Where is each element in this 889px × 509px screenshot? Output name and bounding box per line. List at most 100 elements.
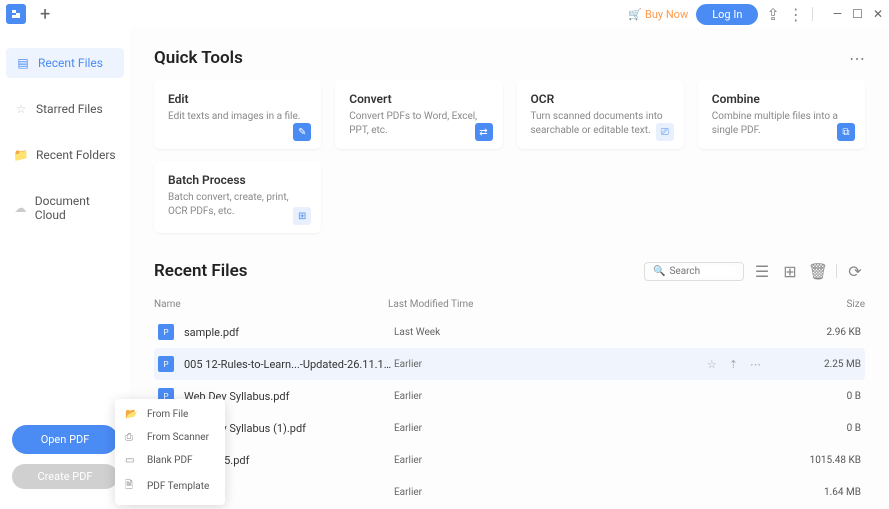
refresh-icon[interactable]: ⟳: [845, 261, 865, 281]
tool-desc-label: Combine multiple files into a single PDF…: [712, 110, 851, 137]
grid-view-icon[interactable]: ⊞: [780, 261, 800, 281]
new-tab-button[interactable]: +: [34, 4, 56, 25]
search-icon: 🔍: [653, 266, 665, 277]
edit-icon: ✎: [293, 123, 311, 141]
sidebar-item-label: Recent Files: [38, 56, 103, 70]
tool-desc-label: Turn scanned documents into searchable o…: [531, 110, 670, 137]
sidebar-item-label: Document Cloud: [35, 194, 116, 222]
scanner-icon: ⎙: [125, 432, 139, 443]
file-modified-label: Last Week: [394, 327, 781, 338]
folder-icon: 📁: [14, 148, 28, 162]
tool-title-label: OCR: [531, 92, 670, 106]
tool-card-batch[interactable]: Batch Process Batch convert, create, pri…: [154, 161, 321, 233]
ctx-label: From File: [147, 409, 188, 420]
create-pdf-button[interactable]: Create PDF: [12, 464, 118, 489]
file-list: Psample.pdfLast Week2.96 KBP005 12-Rules…: [154, 316, 865, 508]
tool-desc-label: Edit texts and images in a file.: [168, 110, 307, 124]
ctx-from-scanner[interactable]: ⎙ From Scanner: [115, 426, 225, 449]
delete-icon[interactable]: 🗑: [808, 261, 828, 281]
ctx-label: From Scanner: [147, 432, 209, 443]
login-button[interactable]: Log In: [696, 4, 758, 25]
batch-icon: ⊞: [293, 207, 311, 225]
ctx-from-file[interactable]: 📂 From File: [115, 403, 225, 426]
tool-title-label: Convert: [349, 92, 488, 106]
sidebar: ▤ Recent Files ☆ Starred Files 📁 Recent …: [0, 28, 130, 509]
ctx-label: PDF Template: [147, 481, 209, 492]
file-size-label: 2.96 KB: [781, 327, 861, 338]
sidebar-item-document-cloud[interactable]: ☁ Document Cloud: [0, 186, 130, 230]
tool-desc-label: Convert PDFs to Word, Excel, PPT, etc.: [349, 110, 488, 137]
tool-card-ocr[interactable]: OCR Turn scanned documents into searchab…: [517, 80, 684, 149]
sidebar-item-label: Starred Files: [36, 102, 103, 116]
divider: [836, 264, 837, 278]
pdf-file-icon: P: [158, 324, 174, 340]
recent-files-title: Recent Files: [154, 261, 247, 281]
titlebar: + 🛒 Buy Now Log In ⇪ ⋮ — ☐ ✕: [0, 0, 889, 28]
sidebar-item-recent-folders[interactable]: 📁 Recent Folders: [0, 140, 130, 170]
folder-open-icon: 📂: [125, 409, 139, 420]
share-icon[interactable]: ⇪: [766, 5, 779, 24]
tool-title-label: Edit: [168, 92, 307, 106]
tool-title-label: Combine: [712, 92, 851, 106]
file-row[interactable]: P005 12-Rules-to-Learn...-Updated-26.11.…: [154, 348, 865, 380]
convert-icon: ⇄: [475, 123, 493, 141]
tool-title-label: Batch Process: [168, 173, 307, 187]
ctx-pdf-template[interactable]: 🗎 PDF Template: [115, 472, 225, 501]
create-pdf-context-menu: 📂 From File ⎙ From Scanner ▭ Blank PDF 🗎…: [115, 399, 225, 505]
file-name-label: sample.pdf: [184, 326, 394, 339]
pdf-file-icon: P: [158, 356, 174, 372]
search-box[interactable]: 🔍: [644, 262, 744, 281]
tool-card-combine[interactable]: Combine Combine multiple files into a si…: [698, 80, 865, 149]
file-modified-label: Earlier: [394, 359, 707, 370]
sidebar-item-recent-files[interactable]: ▤ Recent Files: [6, 48, 124, 78]
close-button[interactable]: ✕: [873, 7, 883, 21]
file-size-label: 1.64 MB: [781, 487, 861, 498]
divider: [812, 7, 813, 21]
combine-icon: ⧉: [837, 123, 855, 141]
app-logo-icon: [6, 4, 26, 24]
column-name: Name: [154, 299, 388, 310]
list-view-icon[interactable]: ☰: [752, 261, 772, 281]
star-icon: ☆: [14, 102, 28, 116]
sidebar-item-starred-files[interactable]: ☆ Starred Files: [0, 94, 130, 124]
file-row[interactable]: PWeb Dev Syllabus.pdfEarlier0 B: [154, 380, 865, 412]
kebab-menu-icon[interactable]: ⋮: [788, 5, 804, 24]
file-row[interactable]: PWeb Dev Syllabus (1).pdfEarlier0 B: [154, 412, 865, 444]
open-pdf-button[interactable]: Open PDF: [12, 425, 118, 454]
buy-now-link[interactable]: 🛒 Buy Now: [628, 8, 688, 21]
file-size-label: 1015.48 KB: [781, 455, 861, 466]
file-size-label: 0 B: [781, 423, 861, 434]
column-size: Size: [785, 299, 865, 310]
buy-now-label: Buy Now: [645, 8, 688, 21]
minimize-button[interactable]: —: [833, 7, 842, 21]
file-modified-label: Earlier: [394, 455, 781, 466]
file-row[interactable]: Psample.pdfLast Week2.96 KB: [154, 316, 865, 348]
column-modified: Last Modified Time: [388, 299, 785, 310]
pin-icon[interactable]: ⇡: [729, 358, 738, 371]
file-row[interactable]: Pument 15.pdfEarlier1015.48 KB: [154, 444, 865, 476]
file-size-label: 0 B: [781, 391, 861, 402]
ctx-label: Blank PDF: [147, 455, 193, 466]
search-input[interactable]: [669, 266, 735, 277]
tool-card-convert[interactable]: Convert Convert PDFs to Word, Excel, PPT…: [335, 80, 502, 149]
content-area: Quick Tools ⋯ Edit Edit texts and images…: [130, 28, 889, 509]
recent-icon: ▤: [16, 56, 30, 70]
file-row[interactable]: Pook.pdfEarlier1.64 MB: [154, 476, 865, 508]
file-size-label: 2.25 MB: [781, 359, 861, 370]
file-modified-label: Earlier: [394, 423, 781, 434]
quick-tools-title: Quick Tools: [154, 48, 243, 68]
file-modified-label: Earlier: [394, 391, 781, 402]
ocr-icon: ⎚: [656, 123, 674, 141]
maximize-button[interactable]: ☐: [852, 7, 863, 21]
blank-icon: ▭: [125, 455, 139, 466]
star-icon[interactable]: ☆: [707, 358, 717, 371]
file-modified-label: Earlier: [394, 487, 781, 498]
file-table-header: Name Last Modified Time Size: [154, 293, 865, 316]
more-options-icon[interactable]: ⋯: [849, 49, 865, 68]
ctx-blank-pdf[interactable]: ▭ Blank PDF: [115, 449, 225, 472]
template-icon: 🗎: [125, 478, 139, 495]
sidebar-item-label: Recent Folders: [36, 148, 116, 162]
tool-card-edit[interactable]: Edit Edit texts and images in a file. ✎: [154, 80, 321, 149]
tool-desc-label: Batch convert, create, print, OCR PDFs, …: [168, 191, 307, 218]
more-icon[interactable]: ⋯: [750, 358, 761, 371]
